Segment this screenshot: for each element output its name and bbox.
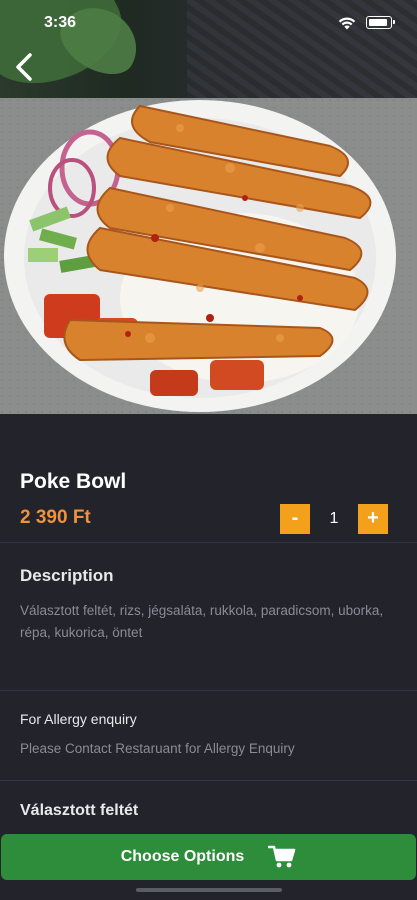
status-time: 3:36 (44, 14, 77, 31)
divider (0, 780, 417, 781)
back-button[interactable] (10, 50, 40, 84)
options-heading: Választott feltét (20, 802, 139, 819)
battery-icon (366, 16, 395, 29)
status-bar: 3:36 (0, 0, 417, 44)
divider (0, 690, 417, 691)
choose-options-label: Choose Options (120, 848, 245, 865)
home-indicator (136, 888, 282, 892)
description-title: Description (20, 566, 114, 585)
allergy-text: Please Contact Restaruant for Allergy En… (20, 741, 295, 756)
cart-icon (268, 845, 296, 868)
increase-quantity-button[interactable]: + (358, 504, 388, 534)
divider (0, 542, 417, 543)
product-name: Poke Bowl (20, 470, 127, 493)
product-price: 2 390 Ft (20, 507, 91, 528)
product-details: Poke Bowl 2 390 Ft - 1 + Description Vál… (0, 414, 417, 834)
quantity-value: 1 (329, 510, 339, 527)
description-text: Választott feltét, rizs, jégsaláta, rukk… (20, 603, 384, 640)
choose-options-button[interactable]: Choose Options (1, 834, 416, 880)
wifi-icon (338, 17, 356, 30)
allergy-title: For Allergy enquiry (20, 711, 137, 727)
product-image (0, 98, 417, 414)
decrease-quantity-button[interactable]: - (280, 504, 310, 534)
chevron-left-icon (16, 53, 32, 81)
